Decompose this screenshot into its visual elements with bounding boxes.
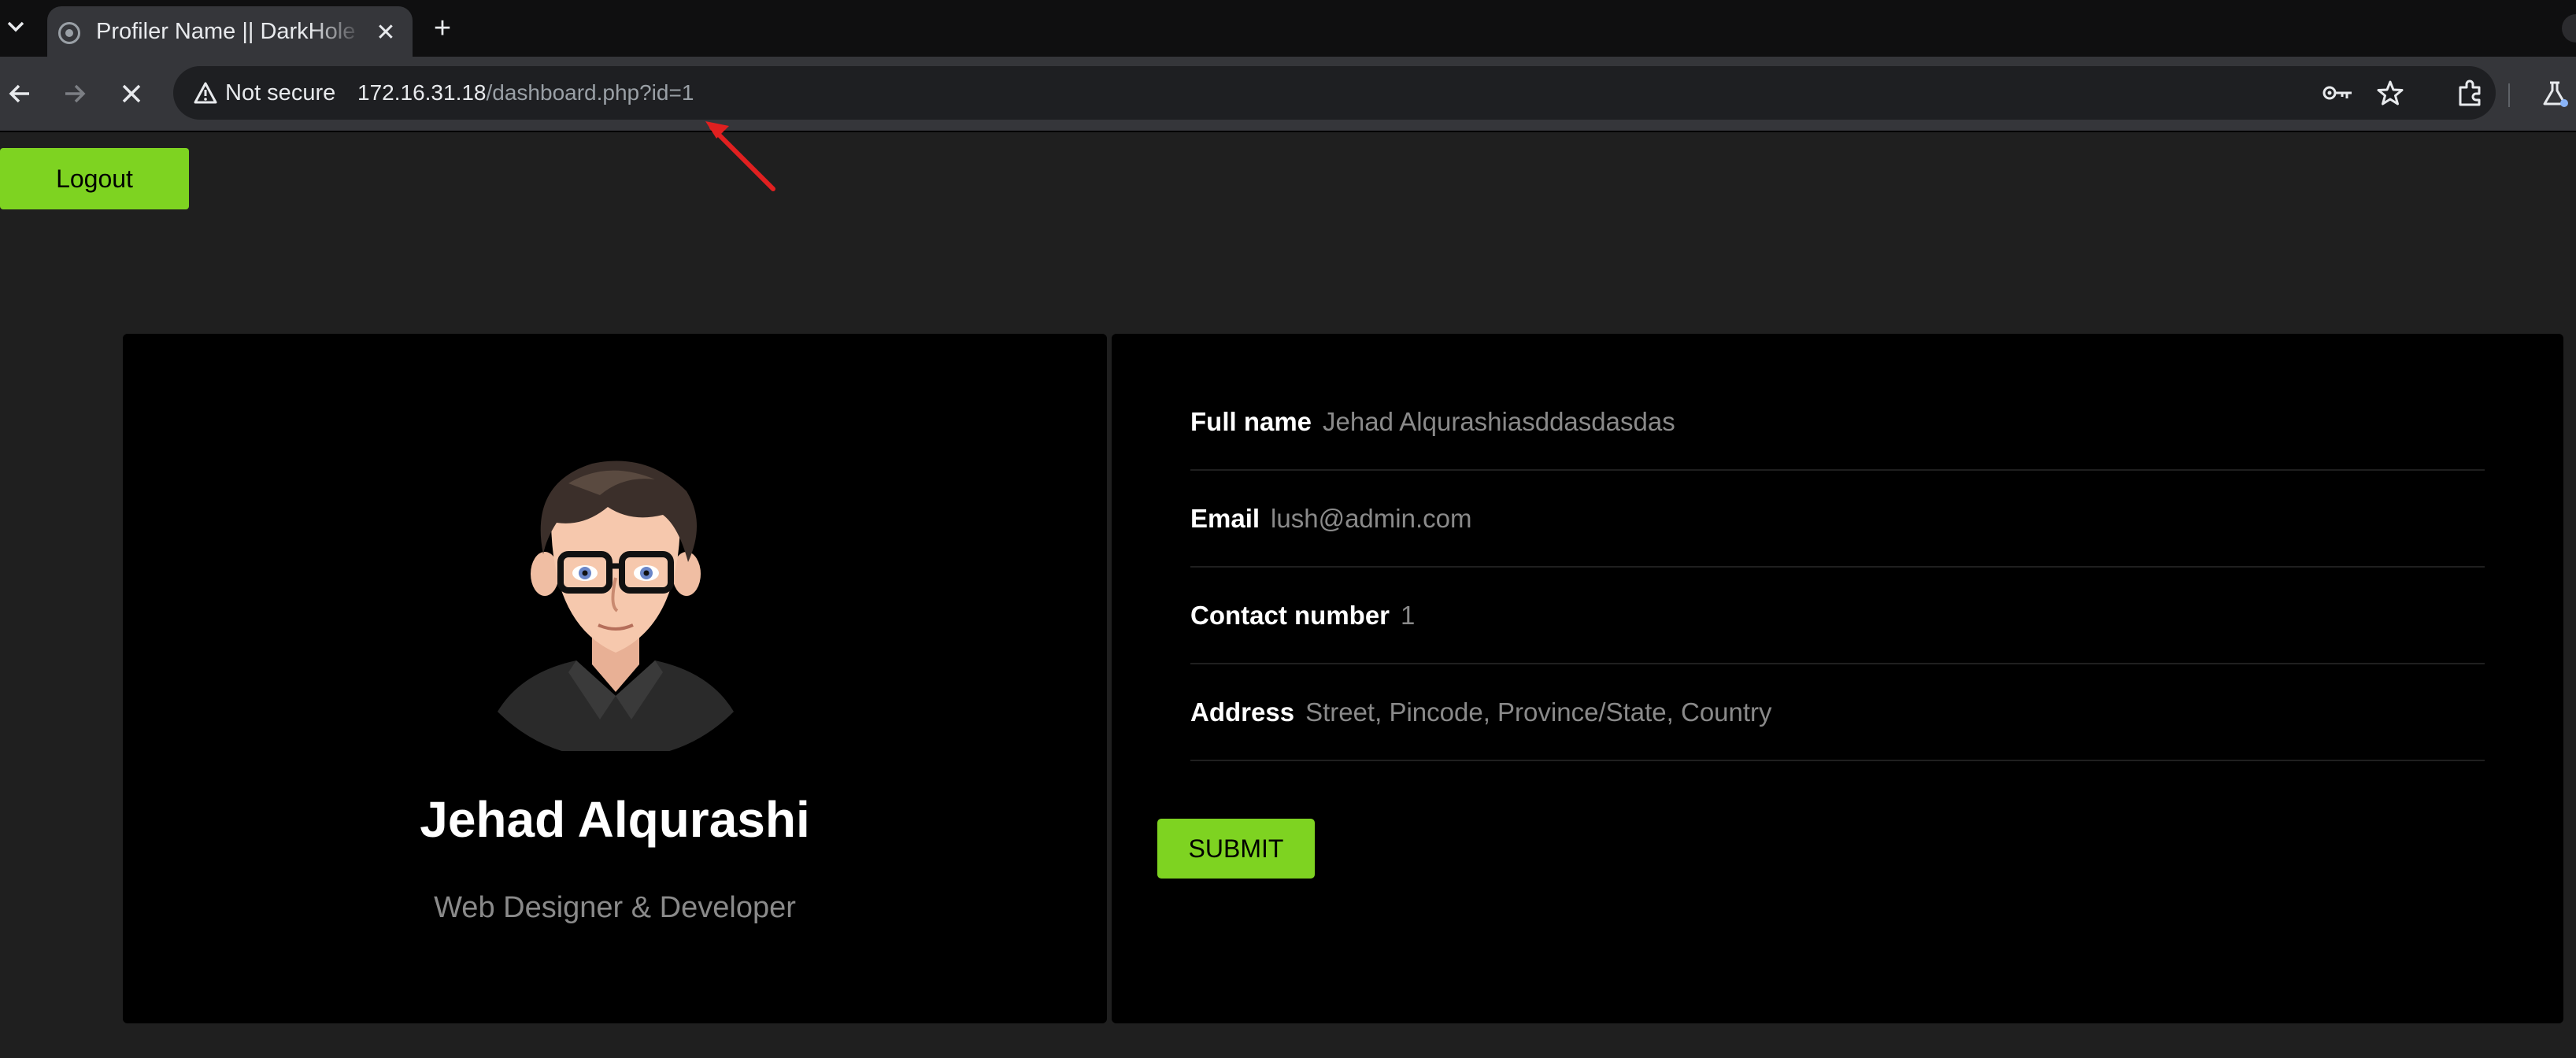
field-label: Address	[1190, 697, 1295, 727]
star-icon[interactable]	[2371, 74, 2409, 112]
field-row-contact-number: Contact number 1	[1190, 568, 2485, 664]
warning-icon	[194, 82, 217, 104]
back-arrow-icon[interactable]	[0, 74, 39, 113]
tab-search-chevron-down-icon[interactable]	[5, 11, 27, 43]
tab-title: Profiler Name || DarkHole	[96, 19, 356, 44]
address-bar[interactable]: Not secure 172.16.31.18/dashboard.php?id…	[173, 66, 2496, 120]
favicon-icon	[58, 22, 80, 44]
security-indicator[interactable]: Not secure	[184, 72, 345, 113]
submit-button[interactable]: SUBMIT	[1157, 819, 1315, 879]
browser-tab-bar: Profiler Name || DarkHole ✕ +	[0, 0, 2576, 57]
field-row-full-name: Full name Jehad Alqurashiasddasdasdas	[1190, 375, 2485, 471]
field-value-full-name[interactable]: Jehad Alqurashiasddasdasdas	[1323, 407, 1675, 437]
field-value-contact-number[interactable]: 1	[1401, 601, 1415, 631]
labs-flask-icon[interactable]	[2535, 74, 2574, 113]
logout-button[interactable]: Logout	[0, 148, 189, 209]
toolbar-divider	[2508, 83, 2510, 107]
avatar-illustration	[498, 461, 734, 751]
forward-arrow-icon[interactable]	[55, 74, 94, 113]
key-icon[interactable]	[2319, 74, 2357, 112]
field-label: Email	[1190, 504, 1260, 533]
url-text[interactable]: 172.16.31.18/dashboard.php?id=1	[357, 79, 694, 107]
window-control-icon[interactable]	[2562, 14, 2576, 43]
field-row-address: Address Street, Pincode, Province/State,…	[1190, 665, 2485, 761]
url-host: 172.16.31.18	[357, 80, 487, 105]
new-tab-plus-icon[interactable]: +	[424, 11, 461, 46]
field-row-email: Email lush@admin.com	[1190, 472, 2485, 568]
field-value-email[interactable]: lush@admin.com	[1271, 504, 1471, 534]
stop-loading-icon[interactable]	[112, 74, 151, 113]
browser-toolbar: Not secure 172.16.31.18/dashboard.php?id…	[0, 57, 2576, 132]
field-value-address[interactable]: Street, Pincode, Province/State, Country	[1305, 697, 1771, 727]
profile-role: Web Designer & Developer	[434, 891, 796, 924]
details-card: Full name Jehad Alqurashiasddasdasdas Em…	[1112, 334, 2563, 1023]
url-path: /dashboard.php?id=1	[486, 80, 694, 105]
tab-close-icon[interactable]: ✕	[370, 17, 402, 49]
profile-name: Jehad Alqurashi	[420, 791, 810, 848]
field-label: Full name	[1190, 407, 1312, 436]
security-label: Not secure	[225, 80, 336, 105]
active-tab[interactable]: Profiler Name || DarkHole ✕	[47, 6, 413, 57]
page-content: Logout Jehad Alqurashi Web Designer & De…	[0, 132, 2576, 1058]
field-label: Contact number	[1190, 601, 1390, 630]
extensions-icon[interactable]	[2450, 74, 2489, 113]
profile-card: Jehad Alqurashi Web Designer & Developer	[123, 334, 1107, 1023]
